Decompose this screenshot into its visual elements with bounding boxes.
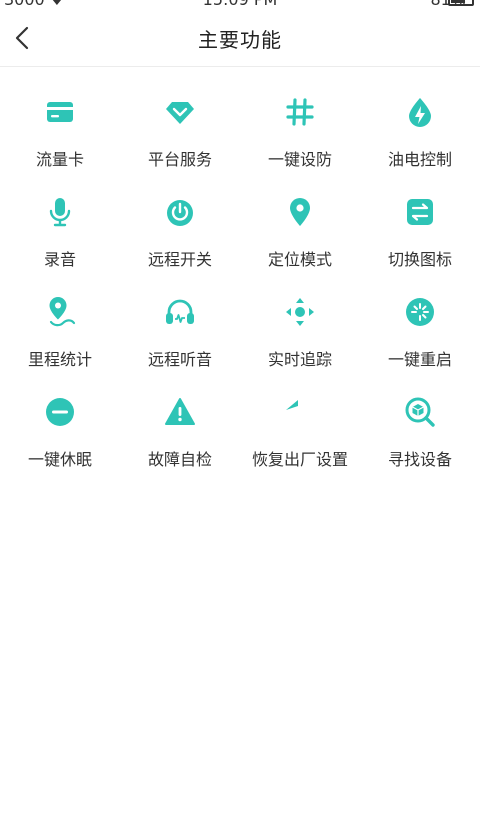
sleep-icon bbox=[46, 398, 74, 426]
function-item-find-device[interactable]: 寻找设备 bbox=[360, 390, 480, 490]
restart-icon bbox=[406, 298, 434, 326]
function-item-factory-reset[interactable]: 恢复出厂设置 bbox=[240, 390, 360, 490]
function-item-remote-switch[interactable]: 远程开关 bbox=[120, 190, 240, 290]
function-label: 远程听音 bbox=[147, 350, 212, 369]
function-item-oil-power[interactable]: 油电控制 bbox=[360, 90, 480, 190]
diamond-icon bbox=[166, 102, 194, 124]
hash-icon bbox=[286, 98, 314, 126]
warning-icon bbox=[165, 398, 195, 425]
function-item-positioning-mode[interactable]: 定位模式 bbox=[240, 190, 360, 290]
reset-icon bbox=[286, 400, 298, 410]
function-label: 切换图标 bbox=[387, 250, 452, 269]
oil-power-icon bbox=[409, 98, 431, 127]
function-label: 定位模式 bbox=[267, 250, 332, 269]
function-item-self-check[interactable]: 故障自检 bbox=[120, 390, 240, 490]
function-item-switch-icon[interactable]: 切换图标 bbox=[360, 190, 480, 290]
power-icon bbox=[167, 200, 193, 226]
function-label: 恢复出厂设置 bbox=[251, 450, 348, 469]
switch-arrows-icon bbox=[407, 199, 433, 225]
function-item-real-time-tracking[interactable]: 实时追踪 bbox=[240, 290, 360, 390]
header-bar: 主要功能 bbox=[0, 14, 480, 67]
status-bar: 3000 ♥ 15:09 PM 81% bbox=[0, 0, 480, 14]
function-label: 里程统计 bbox=[27, 350, 92, 369]
function-item-restart[interactable]: 一键重启 bbox=[360, 290, 480, 390]
headset-icon bbox=[166, 299, 194, 324]
mileage-pin-icon bbox=[49, 297, 76, 327]
tracking-icon bbox=[286, 298, 314, 326]
page-title: 主要功能 bbox=[198, 28, 282, 52]
function-item-platform-service[interactable]: 平台服务 bbox=[120, 90, 240, 190]
function-label: 平台服务 bbox=[147, 150, 212, 169]
function-label: 故障自检 bbox=[147, 450, 212, 469]
function-label: 远程开关 bbox=[147, 250, 212, 269]
microphone-icon bbox=[49, 198, 71, 227]
card-icon bbox=[47, 102, 73, 122]
function-item-recording[interactable]: 录音 bbox=[0, 190, 120, 290]
function-label: 寻找设备 bbox=[387, 450, 452, 469]
function-item-mileage[interactable]: 里程统计 bbox=[0, 290, 120, 390]
function-label: 油电控制 bbox=[387, 150, 452, 169]
function-item-data-card[interactable]: 流量卡 bbox=[0, 90, 120, 190]
function-label: 流量卡 bbox=[35, 150, 84, 169]
function-label: 一键休眠 bbox=[27, 450, 92, 469]
battery-icon bbox=[448, 0, 474, 6]
function-item-arm[interactable]: 一键设防 bbox=[240, 90, 360, 190]
function-label: 一键重启 bbox=[387, 350, 452, 369]
function-grid: 流量卡 平台服务 一键设防 油电控制 录音 远程开关 定位模式 切换图标 里程统… bbox=[0, 90, 480, 490]
function-label: 实时追踪 bbox=[267, 350, 332, 369]
find-device-icon bbox=[405, 397, 435, 427]
function-item-sleep[interactable]: 一键休眠 bbox=[0, 390, 120, 490]
function-item-remote-listen[interactable]: 远程听音 bbox=[120, 290, 240, 390]
status-time: 15:09 PM bbox=[0, 0, 480, 8]
location-pin-icon bbox=[290, 198, 310, 226]
function-label: 录音 bbox=[43, 250, 76, 269]
function-label: 一键设防 bbox=[267, 150, 332, 169]
